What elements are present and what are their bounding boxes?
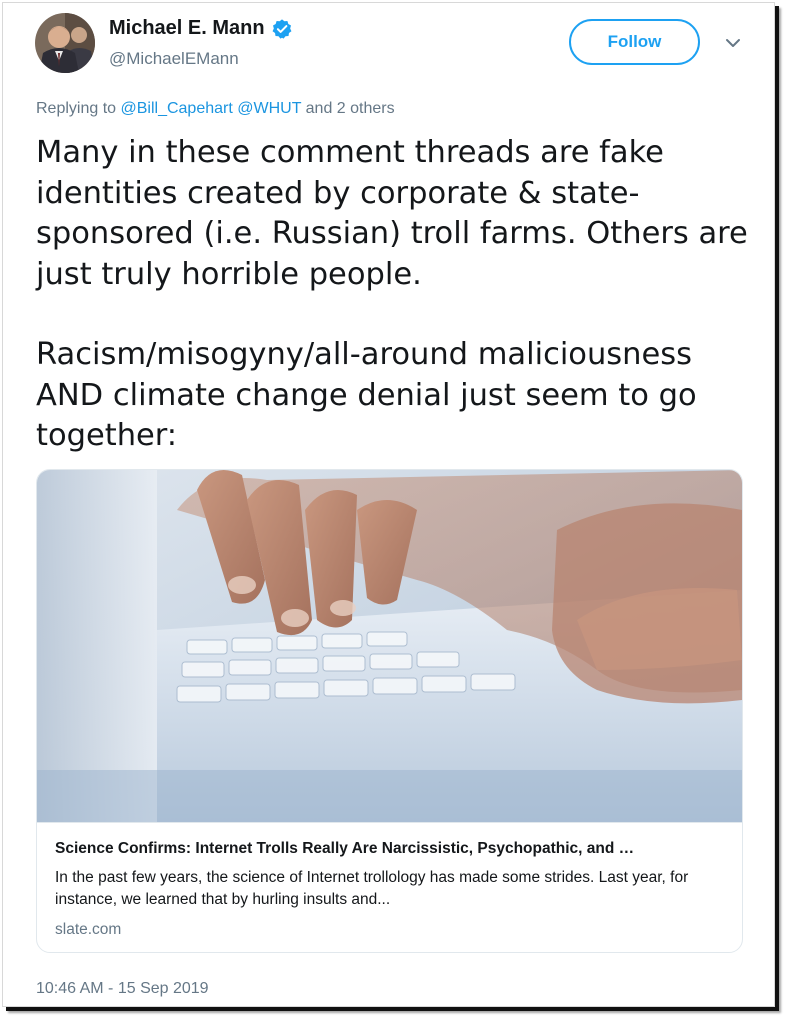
replying-to-line: Replying to @Bill_Capehart @WHUT and 2 o… — [36, 100, 395, 118]
link-preview-card[interactable]: Science Confirms: Internet Trolls Really… — [36, 469, 743, 953]
hands-typing-on-keyboard-photo-icon — [37, 470, 742, 822]
card-domain: slate.com — [55, 921, 122, 938]
avatar-photo-icon — [35, 13, 95, 73]
follow-button[interactable]: Follow — [569, 19, 700, 65]
tweet-container: Michael E. Mann @MichaelEMann Follow Rep… — [2, 2, 775, 1007]
chevron-down-icon[interactable] — [723, 33, 743, 53]
card-description: In the past few years, the science of In… — [55, 869, 689, 908]
card-body[interactable]: Science Confirms: Internet Trolls Really… — [37, 822, 742, 952]
mention-link[interactable]: @WHUT — [237, 100, 301, 117]
tweet-paragraph: Many in these comment threads are fake i… — [36, 135, 748, 292]
author-name-row[interactable]: Michael E. Mann — [109, 17, 293, 40]
card-title[interactable]: Science Confirms: Internet Trolls Really… — [55, 840, 725, 858]
replying-others[interactable]: and 2 others — [306, 100, 395, 117]
author-handle[interactable]: @MichaelEMann — [109, 49, 239, 69]
tweet-text: Many in these comment threads are fake i… — [36, 133, 751, 457]
author-display-name[interactable]: Michael E. Mann — [109, 17, 265, 40]
verified-badge-icon — [272, 18, 292, 39]
tweet-paragraph: Racism/misogyny/all-around maliciousness… — [36, 337, 697, 453]
replying-prefix: Replying to — [36, 100, 117, 117]
author-avatar[interactable] — [35, 13, 95, 73]
tweet-timestamp[interactable]: 10:46 AM - 15 Sep 2019 — [36, 980, 209, 998]
mention-link[interactable]: @Bill_Capehart — [121, 100, 233, 117]
